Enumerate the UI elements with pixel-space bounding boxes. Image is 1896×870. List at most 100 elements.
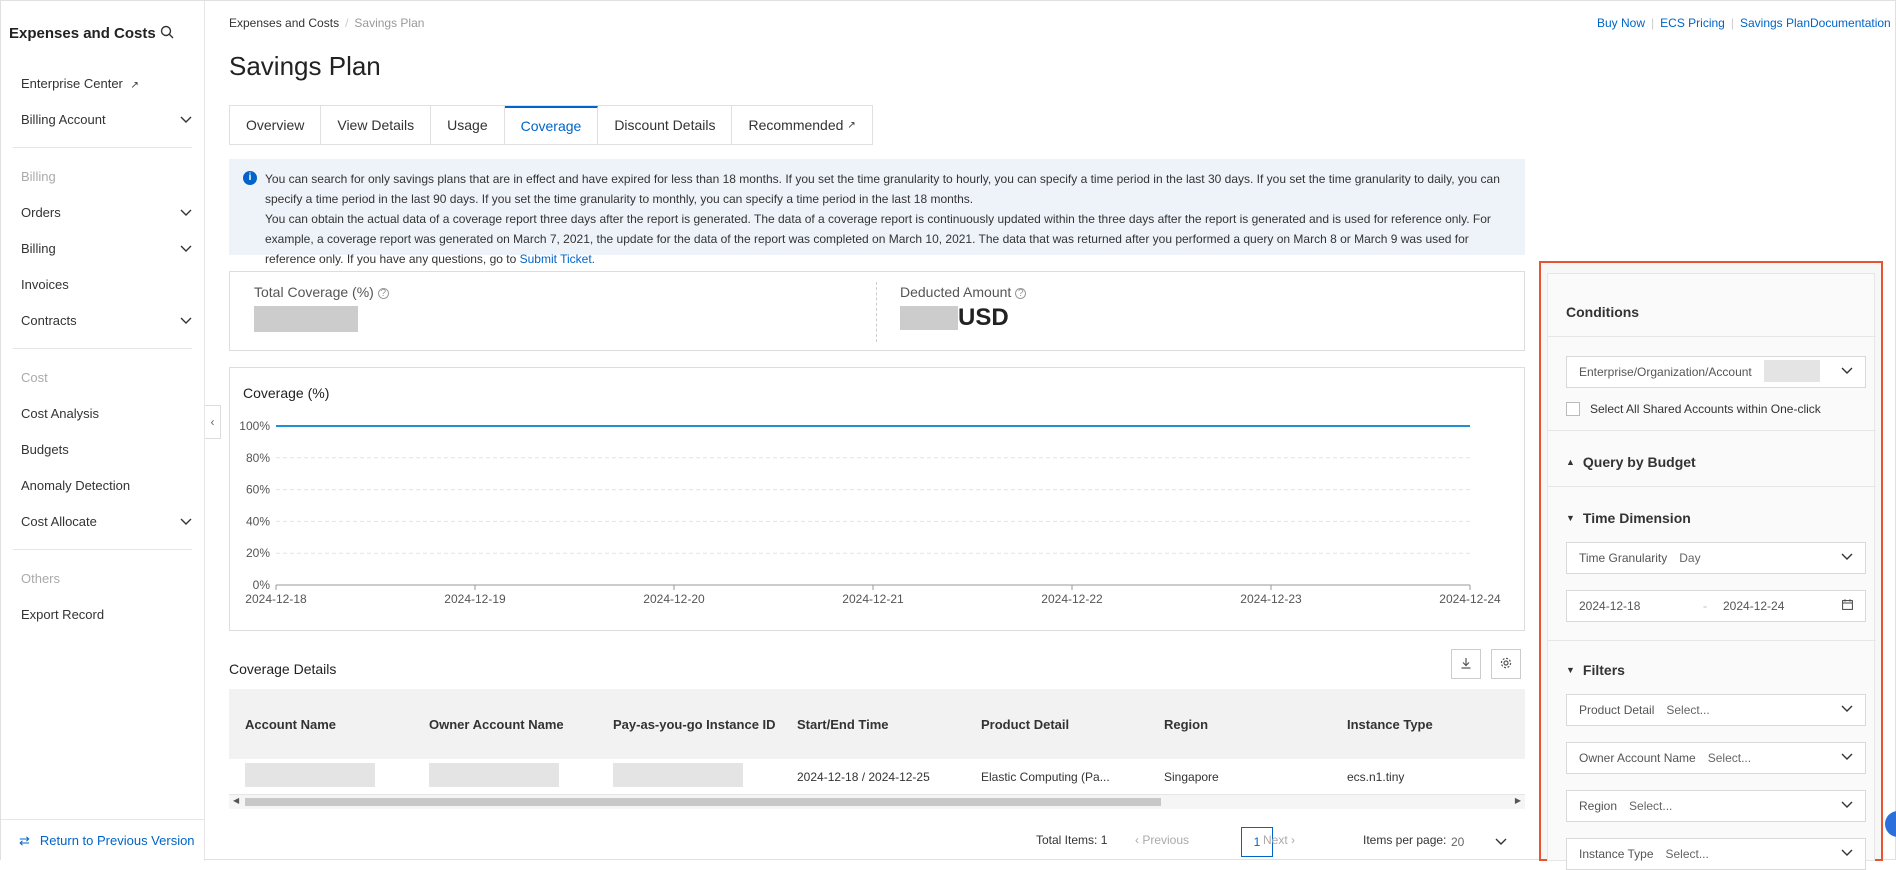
gear-icon [1500,657,1512,672]
column-header[interactable]: Pay-as-you-go Instance ID [597,717,781,732]
select-placeholder: Select... [1666,703,1710,717]
horizontal-scrollbar[interactable]: ◀ ▶ [229,795,1525,809]
scroll-left-icon[interactable]: ◀ [233,796,239,805]
sidebar-item-budgets[interactable]: Budgets [1,431,204,467]
date-end[interactable]: 2024-12-24 [1723,599,1842,613]
chart-svg: 0% 20% 40% 60% 80% 100% 2024-12-18 2024-12-19 20… [239,419,1501,606]
return-to-previous-version-link[interactable]: ⇄ Return to Previous Version [1,819,205,861]
column-header[interactable]: Start/End Time [781,717,965,732]
masked-value [1763,359,1841,385]
tab-overview[interactable]: Overview [230,106,322,144]
savings-plan-docs-link[interactable]: Savings PlanDocumentation [1740,16,1891,30]
owner-account-masked [413,763,597,790]
download-icon [1460,657,1472,672]
field-label: Time Granularity [1579,551,1668,565]
help-assistant-button[interactable] [1885,811,1896,837]
time-granularity-select[interactable]: Time Granularity Day [1566,542,1866,574]
divider [1548,486,1876,487]
next-page-button[interactable]: Next › [1263,833,1295,847]
column-header[interactable]: Owner Account Name [413,717,597,732]
sidebar-item-cost-analysis[interactable]: Cost Analysis [1,395,204,431]
help-icon[interactable]: ? [1015,287,1027,299]
tab-recommended[interactable]: Recommended ↗ [732,106,871,144]
download-button[interactable] [1451,649,1481,679]
sidebar-title: Expenses and Costs [9,24,156,42]
scrollbar-thumb[interactable] [245,798,1161,806]
x-tick-label: 2024-12-19 [444,592,506,606]
field-label: Instance Type [1579,847,1654,861]
tab-label: Recommended [748,117,844,133]
notice-line-2: You can obtain the actual data of a cove… [265,209,1511,269]
chevron-down-icon [1841,752,1853,764]
submit-ticket-link[interactable]: Submit Ticket. [520,252,595,266]
sidebar-collapse-button[interactable]: ‹ [205,405,221,439]
y-tick-label: 0% [253,578,271,592]
divider [1548,430,1876,431]
checkbox[interactable] [1566,402,1580,416]
select-placeholder: Select... [1707,751,1752,765]
sidebar: Expenses and Costs Enterprise Center ↗ B… [1,1,205,861]
tab-usage[interactable]: Usage [431,106,505,144]
notice-line-2-text: You can obtain the actual data of a cove… [265,212,1491,266]
ecs-pricing-link[interactable]: ECS Pricing [1660,16,1725,30]
column-header[interactable]: Product Detail [965,717,1148,732]
sidebar-item-label: Export Record [21,606,105,622]
column-header[interactable]: Account Name [229,717,413,732]
start-end-time-cell: 2024-12-18 / 2024-12-25 [797,769,930,784]
query-by-budget-toggle[interactable]: ▲ Query by Budget [1566,454,1696,470]
tab-view-details[interactable]: View Details [321,106,432,144]
y-tick-label: 20% [246,546,270,560]
previous-page-button[interactable]: ‹ Previous [1135,833,1189,847]
sidebar-item-anomaly-detection[interactable]: Anomaly Detection [1,467,204,503]
select-all-shared-checkbox[interactable]: Select All Shared Accounts within One-cl… [1566,402,1821,416]
sidebar-item-contracts[interactable]: Contracts [1,302,204,338]
items-per-page-select[interactable]: 20 [1441,827,1517,857]
search-icon[interactable] [160,25,174,42]
help-icon[interactable]: ? [377,287,389,299]
sidebar-item-label: Anomaly Detection [21,477,131,493]
calendar-icon[interactable] [1842,599,1853,613]
sidebar-item-cost-allocate[interactable]: Cost Allocate [1,503,204,539]
filters-toggle[interactable]: ▼ Filters [1566,662,1625,678]
enterprise-account-select[interactable]: Enterprise/Organization/Account [1566,356,1866,388]
sidebar-item-enterprise-center[interactable]: Enterprise Center ↗ [1,65,204,101]
breadcrumb-parent[interactable]: Expenses and Costs [229,16,339,30]
checkbox-label: Select All Shared Accounts within One-cl… [1590,402,1821,416]
instance-type-select[interactable]: Instance Type Select... [1566,838,1866,870]
sidebar-item-label: Orders [21,204,61,220]
buy-now-link[interactable]: Buy Now [1597,16,1645,30]
settings-button[interactable] [1491,649,1521,679]
field-label: Product Detail [1579,703,1655,717]
external-link-icon: ↗ [847,119,856,131]
link-separator: | [1651,16,1655,30]
sidebar-item-billing-account[interactable]: Billing Account [1,101,204,137]
column-header[interactable]: Region [1148,717,1331,732]
tab-discount-details[interactable]: Discount Details [598,106,733,144]
chevron-down-icon [180,112,192,127]
column-header[interactable]: Instance Type [1331,717,1501,732]
divider [13,549,192,550]
tab-coverage[interactable]: Coverage [504,106,599,144]
sidebar-item-orders[interactable]: Orders [1,194,204,230]
date-range-picker[interactable]: 2024-12-18 - 2024-12-24 [1566,590,1866,622]
masked-value [900,306,958,330]
table-row[interactable]: 2024-12-18 / 2024-12-25 Elastic Computin… [229,759,1525,795]
product-detail-select[interactable]: Product Detail Select... [1566,694,1866,726]
sidebar-item-billing[interactable]: Billing [1,230,204,266]
region-select[interactable]: Region Select... [1566,790,1866,822]
conditions-panel: Conditions Enterprise/Organization/Accou… [1539,261,1883,870]
sidebar-item-invoices[interactable]: Invoices [1,266,204,302]
date-separator: - [1703,599,1707,613]
info-notice: i You can search for only savings plans … [229,159,1525,266]
sidebar-item-label: Cost Allocate [21,513,97,529]
instance-type-cell: ecs.n1.tiny [1347,769,1405,784]
time-dimension-toggle[interactable]: ▼ Time Dimension [1566,510,1691,526]
tab-bar: Overview View Details Usage Coverage Dis… [229,105,873,145]
scroll-right-icon[interactable]: ▶ [1515,796,1521,805]
owner-account-select[interactable]: Owner Account Name Select... [1566,742,1866,774]
stat-divider [876,282,877,342]
external-link-icon: ↗ [130,79,139,91]
chevron-down-icon [1841,848,1853,860]
sidebar-item-export-record[interactable]: Export Record [1,596,204,632]
date-start[interactable]: 2024-12-18 [1579,599,1703,613]
